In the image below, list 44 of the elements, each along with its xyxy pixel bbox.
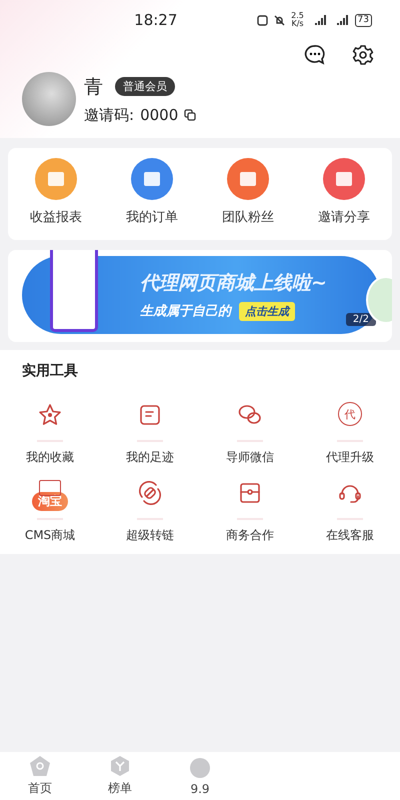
menu-label[interactable]: 收益报表 xyxy=(30,208,82,226)
section-title: 实用工具 xyxy=(22,362,79,380)
menu-icon[interactable] xyxy=(323,158,365,200)
tab-label[interactable]: 榜单 xyxy=(108,780,132,797)
tool-label[interactable]: CMS商城 xyxy=(24,527,76,544)
link-icon xyxy=(137,480,163,506)
network-speed: 2.5 K/s xyxy=(290,12,305,28)
user-name: 青 xyxy=(84,74,103,100)
taobao-badge: 淘宝 xyxy=(32,492,68,511)
menu-label[interactable]: 邀请分享 xyxy=(318,208,370,226)
menu-label[interactable]: 我的订单 xyxy=(126,208,178,226)
message-icon[interactable] xyxy=(304,44,326,66)
menu-label[interactable]: 团队粉丝 xyxy=(222,208,274,226)
agent-icon: 代 xyxy=(338,402,362,426)
tool-label[interactable]: 超级转链 xyxy=(126,527,174,544)
copy-icon[interactable] xyxy=(184,109,196,121)
battery-level: 73 xyxy=(354,14,372,26)
home-icon xyxy=(29,755,51,777)
note-icon xyxy=(137,402,163,428)
tool-label[interactable]: 我的足迹 xyxy=(126,449,174,466)
menu-icon[interactable] xyxy=(35,158,77,200)
tool-label[interactable]: 导师微信 xyxy=(226,449,274,466)
tool-label[interactable]: 我的收藏 xyxy=(26,449,74,466)
status-time: 18:27 xyxy=(133,11,178,29)
banner-headline: 代理网页商城上线啦~ xyxy=(140,270,327,296)
menu-icon[interactable] xyxy=(227,158,269,200)
box-icon xyxy=(237,480,263,506)
invite-code: 0000 xyxy=(140,106,178,124)
menu-icon[interactable] xyxy=(131,158,173,200)
avatar[interactable] xyxy=(22,72,76,126)
tab-label[interactable]: 首页 xyxy=(28,780,52,797)
invite-label: 邀请码: xyxy=(84,106,134,124)
tool-label[interactable]: 商务合作 xyxy=(226,527,274,544)
member-badge: 普通会员 xyxy=(115,77,175,96)
star-icon xyxy=(37,402,63,428)
hexagon-icon xyxy=(109,755,131,777)
mute-icon xyxy=(274,14,285,26)
settings-icon[interactable] xyxy=(352,44,374,66)
page-counter: 2/2 xyxy=(346,313,376,326)
tool-label[interactable]: 代理升级 xyxy=(326,449,374,466)
tab-label[interactable]: 9.9 xyxy=(190,782,210,796)
tool-label[interactable]: 在线客服 xyxy=(326,527,374,544)
generate-button[interactable]: 点击生成 xyxy=(239,302,295,320)
banner-subline: 生成属于自己的 xyxy=(140,303,231,320)
